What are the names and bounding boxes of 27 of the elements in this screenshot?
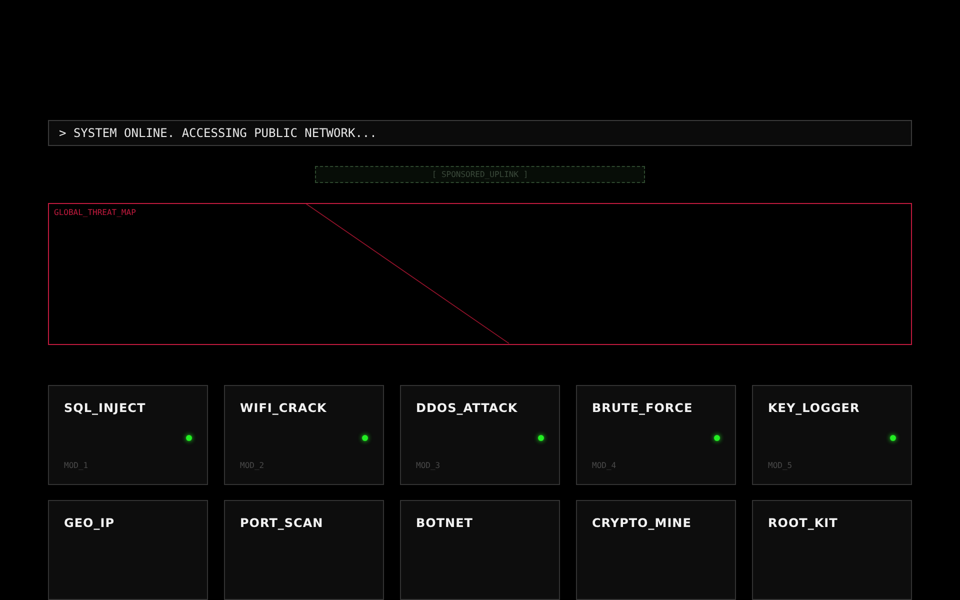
module-id: MOD_2 (240, 461, 266, 470)
module-name: DDOS_ATTACK (416, 401, 519, 416)
console-message: > SYSTEM ONLINE. ACCESSING PUBLIC NETWORK... (59, 126, 377, 140)
module-card[interactable]: KEY_LOGGER MOD_5 (752, 385, 912, 486)
module-card[interactable]: BRUTE_FORCE MOD_4 (576, 385, 736, 486)
module-name: KEY_LOGGER (768, 401, 861, 416)
module-name: GEO_IP (64, 516, 116, 530)
module-name: PORT_SCAN (240, 516, 324, 530)
module-name: BOTNET (416, 516, 474, 530)
module-name: WIFI_CRACK (240, 401, 328, 416)
module-card[interactable]: ROOT_KIT (752, 500, 912, 600)
module-name: BRUTE_FORCE (592, 401, 694, 416)
module-name: CRYPTO_MINE (592, 516, 692, 530)
map-title: GLOBAL_THREAT_MAP (54, 208, 136, 217)
module-id: MOD_1 (64, 461, 90, 470)
module-card[interactable]: GEO_IP (48, 500, 208, 600)
module-card[interactable]: CRYPTO_MINE (576, 500, 736, 600)
module-id: MOD_4 (592, 461, 618, 470)
module-id: MOD_5 (768, 461, 794, 470)
module-card[interactable]: PORT_SCAN (224, 500, 384, 600)
module-id: MOD_3 (416, 461, 442, 470)
module-card[interactable]: BOTNET (400, 500, 560, 600)
module-card[interactable]: SQL_INJECT MOD_1 (48, 385, 208, 486)
module-name: ROOT_KIT (768, 516, 839, 530)
module-card[interactable]: WIFI_CRACK MOD_2 (224, 385, 384, 486)
module-name: SQL_INJECT (64, 401, 147, 416)
module-card[interactable]: DDOS_ATTACK MOD_3 (400, 385, 560, 486)
